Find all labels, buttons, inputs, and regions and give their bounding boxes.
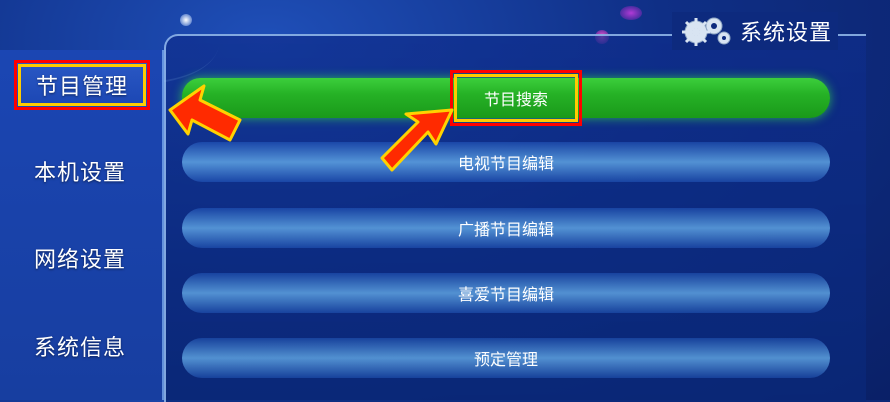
sidebar-item-program-management[interactable]: 节目管理 [14,60,150,110]
menu-item-label: 预定管理 [473,350,538,369]
sidebar-item-label: 本机设置 [33,161,126,186]
gears-icon [678,12,734,50]
sidebar-item-device-settings[interactable]: 本机设置 [0,143,160,199]
page-title: 系统设置 [739,21,832,46]
sidebar-item-label: 网络设置 [33,248,126,273]
page-header: 系统设置 [671,12,838,50]
menu-item-label: 喜爱节目编辑 [457,285,554,304]
sidebar-item-network-settings[interactable]: 网络设置 [0,230,160,286]
sidebar-item-label: 系统信息 [33,336,126,361]
sidebar-item-label: 节目管理 [35,75,128,100]
background-sparkle [620,6,642,20]
menu-item-favorite-program-edit[interactable]: 喜爱节目编辑 [182,273,830,313]
menu-item-radio-program-edit[interactable]: 广播节目编辑 [182,208,830,248]
menu-item-schedule-management[interactable]: 预定管理 [182,338,830,378]
arrow-icon [168,84,242,142]
arrow-icon [380,108,454,172]
menu-item-program-search-highlight[interactable]: 节目搜索 [450,70,582,126]
background-sparkle [180,14,192,26]
menu-item-label: 节目搜索 [483,90,548,109]
menu-item-tv-program-edit[interactable]: 电视节目编辑 [182,142,830,182]
sidebar-item-system-info[interactable]: 系统信息 [0,318,160,374]
menu-item-label: 电视节目编辑 [457,154,554,173]
menu-item-label: 广播节目编辑 [457,220,554,239]
